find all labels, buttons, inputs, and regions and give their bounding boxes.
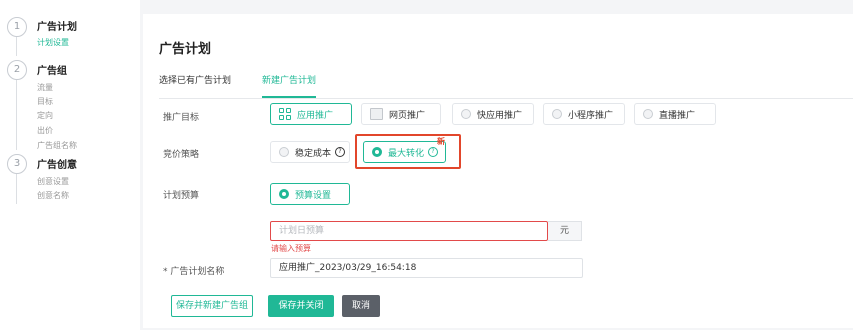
option-miniprogram-promo[interactable]: 小程序推广 bbox=[543, 103, 625, 125]
save-and-new-group-button[interactable]: 保存并新建广告组 bbox=[171, 295, 253, 317]
webpage-icon bbox=[370, 108, 383, 120]
budget-label: 计划预算 bbox=[163, 191, 200, 201]
step-sub-creative-settings[interactable]: 创意设置 bbox=[37, 176, 69, 187]
daily-budget-input[interactable]: 计划日预算 bbox=[270, 221, 548, 241]
tab-select-existing-plan[interactable]: 选择已有广告计划 bbox=[159, 74, 231, 96]
radio-checked-icon bbox=[372, 147, 382, 157]
main-card: 广告计划 选择已有广告计划 新建广告计划 推广目标 应用推广 网页推广 快应用推… bbox=[143, 14, 853, 328]
step-sub-group-name[interactable]: 广告组名称 bbox=[37, 140, 77, 151]
step-sub-target[interactable]: 目标 bbox=[37, 96, 53, 107]
step-sub-plan-settings[interactable]: 计划设置 bbox=[37, 37, 69, 48]
currency-unit: 元 bbox=[548, 221, 582, 241]
step-sub-creative-name[interactable]: 创意名称 bbox=[37, 190, 69, 201]
plan-name-label: * 广告计划名称 bbox=[163, 267, 225, 277]
plan-name-input[interactable]: 应用推广_2023/03/29_16:54:18 bbox=[270, 258, 583, 278]
option-quickapp-promo[interactable]: 快应用推广 bbox=[452, 103, 534, 125]
option-label: 网页推广 bbox=[389, 110, 426, 121]
option-max-conversion[interactable]: 最大转化 ? bbox=[363, 141, 446, 163]
step-connector bbox=[16, 80, 17, 150]
option-label: 应用推广 bbox=[297, 110, 334, 121]
option-label: 稳定成本 bbox=[295, 148, 332, 159]
option-label: 预算设置 bbox=[295, 190, 332, 201]
step-sub-traffic[interactable]: 流量 bbox=[37, 82, 53, 93]
step-connector bbox=[16, 174, 17, 204]
option-app-promo[interactable]: 应用推广 bbox=[270, 103, 352, 125]
radio-icon bbox=[461, 109, 471, 119]
option-budget-setting[interactable]: 预算设置 bbox=[270, 183, 350, 205]
save-and-close-button[interactable]: 保存并关闭 bbox=[268, 295, 334, 317]
new-badge: 新 bbox=[437, 137, 445, 146]
step-number: 2 bbox=[7, 60, 27, 80]
option-label: 小程序推广 bbox=[568, 110, 614, 121]
option-label: 快应用推广 bbox=[477, 110, 523, 121]
plan-tabs: 选择已有广告计划 新建广告计划 bbox=[159, 74, 853, 99]
budget-error-text: 请输入预算 bbox=[271, 244, 311, 253]
sidebar-steps: 1 广告计划 计划设置 2 广告组 流量 目标 定向 出价 广告组名称 3 广告… bbox=[0, 0, 140, 330]
step-number: 1 bbox=[7, 17, 27, 37]
step-title: 广告创意 bbox=[37, 160, 77, 171]
radio-icon bbox=[552, 109, 562, 119]
page-title: 广告计划 bbox=[159, 42, 212, 57]
app-grid-icon bbox=[279, 108, 291, 120]
cancel-button[interactable]: 取消 bbox=[342, 295, 380, 317]
help-icon[interactable]: ? bbox=[335, 147, 346, 157]
step-title: 广告计划 bbox=[37, 22, 77, 33]
step-sub-bid[interactable]: 出价 bbox=[37, 125, 53, 136]
bid-strategy-label: 竞价策略 bbox=[163, 150, 200, 160]
step-number: 3 bbox=[7, 154, 27, 174]
radio-icon bbox=[279, 147, 289, 157]
radio-icon bbox=[643, 109, 653, 119]
option-label: 直播推广 bbox=[659, 110, 696, 121]
step-title: 广告组 bbox=[37, 66, 67, 77]
tab-new-plan[interactable]: 新建广告计划 bbox=[262, 74, 317, 98]
step-sub-targeting[interactable]: 定向 bbox=[37, 110, 53, 121]
promo-goal-label: 推广目标 bbox=[163, 113, 200, 123]
option-live-promo[interactable]: 直播推广 bbox=[634, 103, 716, 125]
option-label: 最大转化 bbox=[388, 148, 425, 159]
option-stable-cost[interactable]: 稳定成本 ? bbox=[270, 141, 350, 163]
help-icon[interactable]: ? bbox=[428, 147, 439, 157]
radio-checked-icon bbox=[279, 189, 289, 199]
step-connector bbox=[16, 36, 17, 56]
option-web-promo[interactable]: 网页推广 bbox=[361, 103, 441, 125]
